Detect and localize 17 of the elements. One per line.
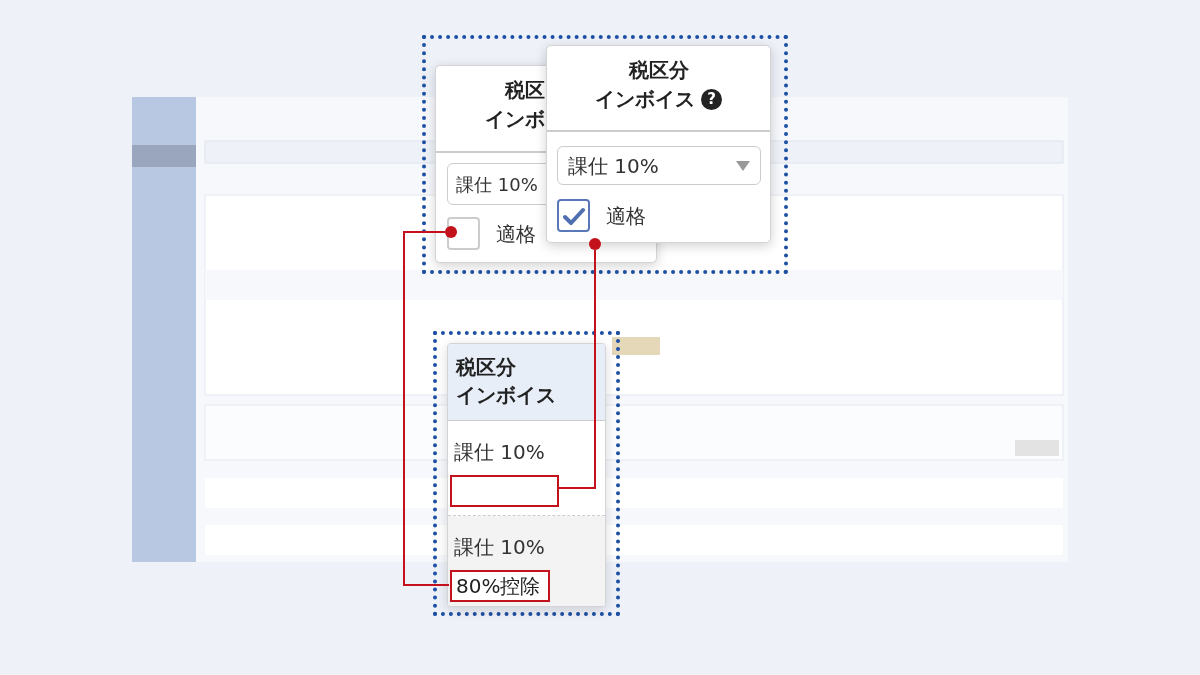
help-icon[interactable]: ? — [701, 89, 722, 110]
checkbox-label: 適格 — [606, 202, 646, 230]
tax-select[interactable]: 課仕 10% — [557, 146, 761, 185]
header-text: インボイス ? — [595, 85, 722, 114]
checkbox-label: 適格 — [496, 220, 536, 248]
table-cell-text: 課仕 10% — [454, 534, 545, 561]
header-text: インボ — [485, 106, 545, 133]
header-text: 税区分 — [628, 57, 689, 84]
column-header: インボイス — [456, 382, 557, 409]
invoice-label: 80%控除 — [450, 570, 550, 602]
checkbox[interactable] — [557, 199, 590, 232]
header-text: 税区 — [505, 77, 545, 104]
checkmark-icon — [562, 206, 585, 225]
checkbox[interactable] — [447, 217, 480, 250]
table-cell-text: 課仕 10% — [454, 439, 545, 466]
column-header: 税区分 — [456, 354, 517, 381]
caret-icon — [736, 160, 750, 171]
